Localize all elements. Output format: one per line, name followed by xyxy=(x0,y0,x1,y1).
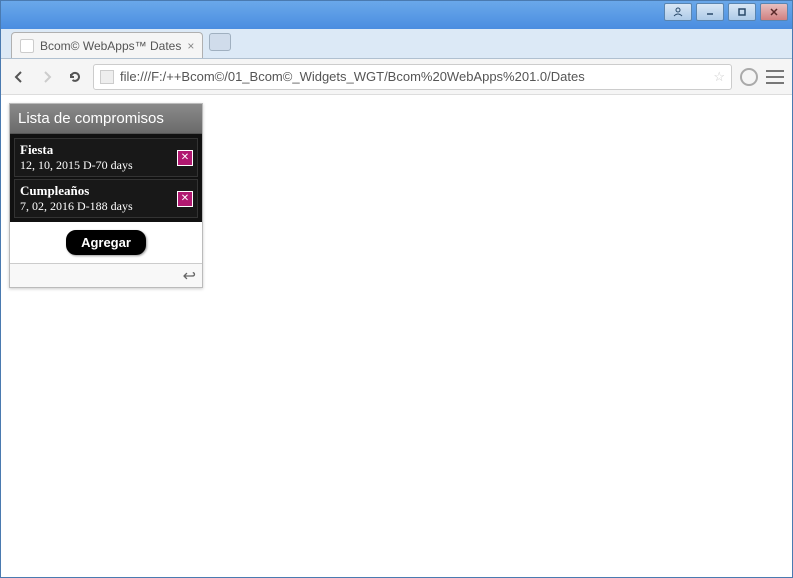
profile-icon[interactable] xyxy=(740,68,758,86)
window-titlebar xyxy=(1,1,792,29)
user-button[interactable] xyxy=(664,3,692,21)
delete-button[interactable]: ✕ xyxy=(177,150,193,166)
browser-tab[interactable]: Bcom© WebApps™ Dates × xyxy=(11,32,203,58)
forward-button[interactable] xyxy=(37,67,57,87)
page-content: Lista de compromisos Fiesta 12, 10, 2015… xyxy=(1,95,792,577)
tab-close-icon[interactable]: × xyxy=(187,39,194,53)
tab-title: Bcom© WebApps™ Dates xyxy=(40,39,181,53)
back-button[interactable] xyxy=(9,67,29,87)
hamburger-menu-icon[interactable] xyxy=(766,70,784,84)
maximize-button[interactable] xyxy=(728,3,756,21)
bookmark-star-icon[interactable]: ☆ xyxy=(713,69,725,85)
favicon-icon xyxy=(20,39,34,53)
add-button[interactable]: Agregar xyxy=(66,230,146,255)
close-button[interactable] xyxy=(760,3,788,21)
list-item: Cumpleaños 7, 02, 2016 D-188 days ✕ xyxy=(14,179,198,218)
commitments-list: Fiesta 12, 10, 2015 D-70 days ✕ Cumpleañ… xyxy=(10,134,202,222)
url-text: file:///F:/++Bcom©/01_Bcom©_Widgets_WGT/… xyxy=(120,69,585,84)
widget-header: Lista de compromisos xyxy=(10,104,202,134)
reload-button[interactable] xyxy=(65,67,85,87)
widget-footer: ↩ xyxy=(10,263,202,287)
tab-bar: Bcom© WebApps™ Dates × xyxy=(1,29,792,59)
url-bar[interactable]: file:///F:/++Bcom©/01_Bcom©_Widgets_WGT/… xyxy=(93,64,732,90)
item-title: Cumpleaños xyxy=(20,183,192,199)
delete-button[interactable]: ✕ xyxy=(177,191,193,207)
minimize-button[interactable] xyxy=(696,3,724,21)
browser-window: Bcom© WebApps™ Dates × file:///F:/++Bcom… xyxy=(0,0,793,578)
browser-toolbar: file:///F:/++Bcom©/01_Bcom©_Widgets_WGT/… xyxy=(1,59,792,95)
list-item: Fiesta 12, 10, 2015 D-70 days ✕ xyxy=(14,138,198,177)
new-tab-button[interactable] xyxy=(209,33,231,51)
commitments-widget: Lista de compromisos Fiesta 12, 10, 2015… xyxy=(9,103,203,288)
widget-add-area: Agregar xyxy=(10,222,202,263)
page-icon xyxy=(100,70,114,84)
item-title: Fiesta xyxy=(20,142,192,158)
undo-icon[interactable]: ↩ xyxy=(183,266,196,286)
item-date: 12, 10, 2015 D-70 days xyxy=(20,158,192,173)
item-date: 7, 02, 2016 D-188 days xyxy=(20,199,192,214)
